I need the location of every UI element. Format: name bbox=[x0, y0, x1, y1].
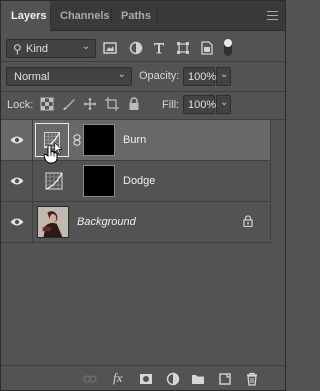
layer-row-burn[interactable]: Burn bbox=[1, 120, 270, 161]
lock-artboard-icon[interactable] bbox=[105, 97, 119, 111]
fx-icon[interactable]: fx bbox=[113, 370, 122, 386]
background-image-thumbnail[interactable] bbox=[37, 206, 69, 238]
filter-kind-select[interactable]: ⚲ Kind ⌄ bbox=[6, 39, 96, 58]
hand-cursor-icon bbox=[43, 144, 58, 164]
layer-locked-icon bbox=[243, 215, 253, 227]
visibility-eye-icon[interactable] bbox=[10, 216, 24, 228]
chevron-down-icon: ⌄ bbox=[117, 69, 126, 80]
lock-all-icon[interactable] bbox=[127, 97, 141, 111]
blend-mode-value: Normal bbox=[14, 71, 50, 83]
add-mask-icon[interactable] bbox=[139, 372, 153, 386]
blend-mode-select[interactable]: Normal ⌄ bbox=[6, 67, 132, 86]
row-divider bbox=[32, 202, 33, 243]
link-layers-icon[interactable] bbox=[83, 372, 97, 386]
new-adjustment-icon[interactable] bbox=[166, 372, 180, 386]
search-icon: ⚲ bbox=[13, 42, 22, 56]
filter-kind-label: Kind bbox=[26, 43, 49, 55]
curves-adjustment-icon[interactable] bbox=[39, 166, 69, 196]
shape-filter-icon[interactable] bbox=[176, 41, 190, 55]
tab-paths[interactable]: Paths bbox=[111, 1, 157, 31]
smart-object-filter-icon[interactable] bbox=[200, 41, 214, 55]
fill-dropdown[interactable]: ⌄ bbox=[216, 95, 231, 114]
delete-icon[interactable] bbox=[245, 372, 259, 386]
layer-name: Dodge bbox=[123, 175, 156, 187]
opacity-input[interactable]: 100% bbox=[183, 67, 217, 86]
chevron-down-icon: ⌄ bbox=[220, 97, 229, 108]
chevron-down-icon: ⌄ bbox=[220, 69, 229, 80]
visibility-eye-icon[interactable] bbox=[10, 134, 24, 146]
divider bbox=[1, 61, 285, 62]
panel-menu-icon[interactable] bbox=[267, 11, 278, 20]
layer-row-dodge[interactable]: Dodge bbox=[1, 161, 270, 202]
layers-scrollbar[interactable] bbox=[270, 120, 285, 244]
layer-mask-thumbnail[interactable] bbox=[83, 124, 115, 156]
chevron-down-icon: ⌄ bbox=[81, 41, 90, 52]
tab-divider bbox=[157, 9, 158, 23]
opacity-dropdown[interactable]: ⌄ bbox=[216, 67, 231, 86]
visibility-eye-icon[interactable] bbox=[10, 175, 24, 187]
layers-bottom-toolbar: fx bbox=[1, 365, 285, 390]
divider bbox=[1, 91, 285, 92]
lock-position-icon[interactable] bbox=[83, 97, 97, 111]
tab-channels[interactable]: Channels bbox=[50, 1, 111, 31]
filter-row: ⚲ Kind ⌄ bbox=[1, 32, 285, 61]
opacity-label: Opacity: bbox=[139, 70, 180, 82]
layer-row-background[interactable]: Background bbox=[1, 202, 270, 243]
type-filter-icon[interactable] bbox=[152, 41, 166, 55]
fill-value: 100% bbox=[188, 99, 217, 111]
filter-toggle-switch[interactable] bbox=[224, 39, 232, 56]
mask-link-icon[interactable] bbox=[73, 134, 81, 146]
layers-panel: Layers Channels Paths ⚲ Kind ⌄ Normal ⌄ … bbox=[0, 0, 286, 391]
row-divider bbox=[32, 161, 33, 202]
lock-label: Lock: bbox=[7, 99, 34, 111]
fill-input[interactable]: 100% bbox=[183, 95, 217, 114]
fill-label: Fill: bbox=[162, 99, 180, 111]
opacity-value: 100% bbox=[188, 71, 217, 83]
adjustment-filter-icon[interactable] bbox=[129, 41, 143, 55]
row-divider bbox=[32, 120, 33, 161]
pixel-filter-icon[interactable] bbox=[103, 41, 117, 55]
new-group-icon[interactable] bbox=[191, 372, 205, 386]
lock-transparent-pixels-icon[interactable] bbox=[40, 97, 54, 111]
new-layer-icon[interactable] bbox=[218, 372, 232, 386]
layer-name: Background bbox=[77, 216, 136, 228]
panel-tab-bar: Layers Channels Paths bbox=[1, 1, 285, 32]
toggle-knob bbox=[224, 39, 232, 47]
layer-name: Burn bbox=[123, 134, 147, 146]
lock-image-pixels-icon[interactable] bbox=[62, 97, 76, 111]
layer-mask-thumbnail[interactable] bbox=[83, 165, 115, 197]
tab-layers[interactable]: Layers bbox=[1, 1, 50, 32]
